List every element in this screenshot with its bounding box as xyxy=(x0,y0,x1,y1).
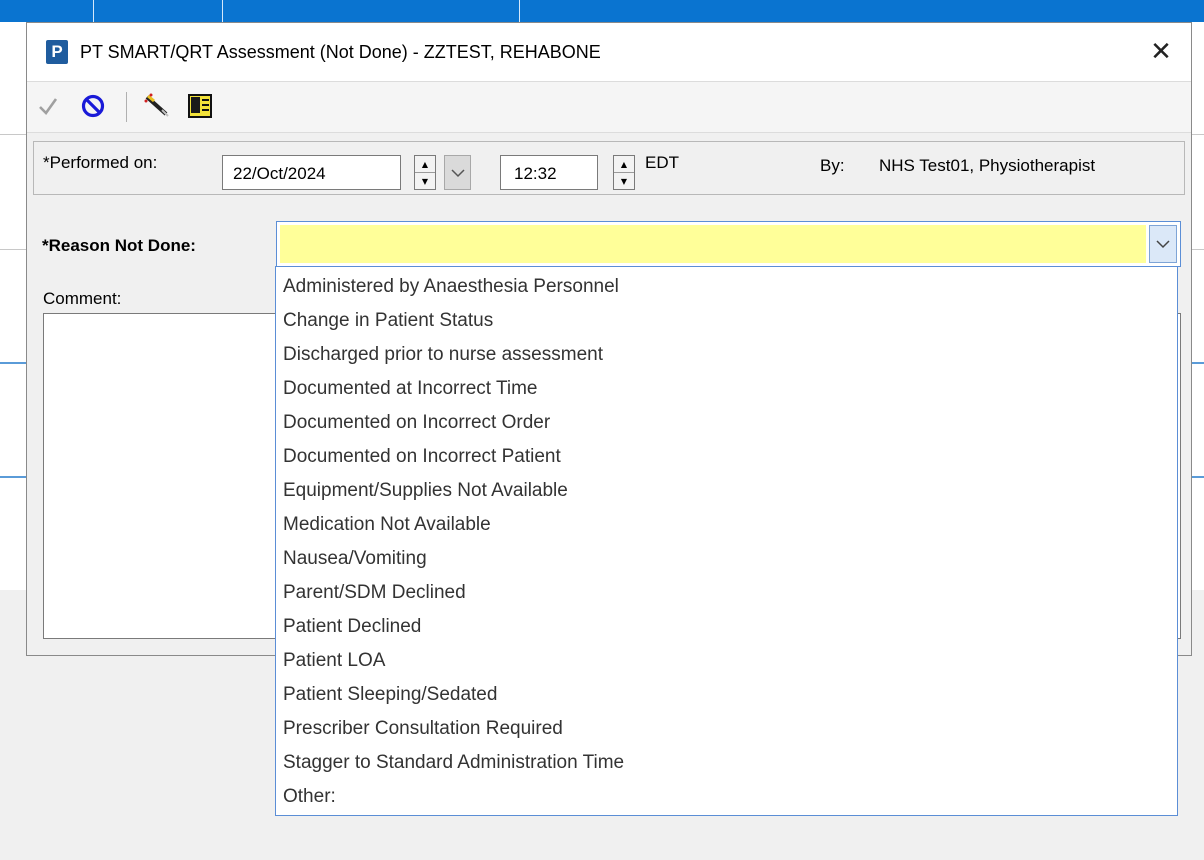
date-spinner[interactable]: ▲ ▼ xyxy=(414,155,436,190)
cancel-button[interactable] xyxy=(78,91,108,121)
background-divider xyxy=(1192,134,1204,135)
background-divider xyxy=(1192,362,1204,364)
dropdown-option[interactable]: Patient LOA xyxy=(276,644,1177,678)
background-divider xyxy=(0,476,26,478)
header-separator xyxy=(519,0,520,22)
dropdown-option[interactable]: Parent/SDM Declined xyxy=(276,576,1177,610)
performed-by-value: NHS Test01, Physiotherapist xyxy=(879,156,1096,175)
performed-time-input[interactable]: 12:32 xyxy=(500,155,598,190)
dialog-titlebar[interactable]: P PT SMART/QRT Assessment (Not Done) - Z… xyxy=(27,23,1191,81)
powerchart-app-icon: P xyxy=(46,40,68,64)
close-button[interactable]: ✕ xyxy=(1141,33,1181,71)
background-divider xyxy=(1192,476,1204,478)
header-separator xyxy=(222,0,223,22)
dropdown-option[interactable]: Documented on Incorrect Patient xyxy=(276,440,1177,474)
chevron-down-icon xyxy=(450,168,465,177)
pen-edit-icon xyxy=(144,93,169,117)
dropdown-option[interactable]: Prescriber Consultation Required xyxy=(276,712,1177,746)
spin-up-icon[interactable]: ▲ xyxy=(614,156,634,173)
dropdown-option[interactable]: Patient Sleeping/Sedated xyxy=(276,678,1177,712)
dropdown-option[interactable]: Documented on Incorrect Order xyxy=(276,406,1177,440)
comment-label: Comment: xyxy=(43,289,122,308)
reason-dropdown-button[interactable] xyxy=(1149,225,1177,263)
performed-by-label: By: xyxy=(820,156,845,175)
date-dropdown-button[interactable] xyxy=(444,155,471,190)
sign-button[interactable] xyxy=(33,91,63,121)
performed-on-label: *Performed on: xyxy=(43,153,158,172)
cancel-icon xyxy=(81,94,105,118)
background-app-header xyxy=(0,0,1204,22)
dropdown-option[interactable]: Patient Declined xyxy=(276,610,1177,644)
dropdown-option[interactable]: Stagger to Standard Administration Time xyxy=(276,746,1177,780)
dropdown-option[interactable]: Documented at Incorrect Time xyxy=(276,372,1177,406)
background-divider xyxy=(1192,249,1204,250)
checkmark-icon xyxy=(39,98,58,116)
performed-date-input[interactable]: 22/Oct/2024 xyxy=(222,155,401,190)
dropdown-option[interactable]: Other: xyxy=(276,780,1177,814)
performed-on-panel: *Performed on: 22/Oct/2024 ▲ ▼ 12:32 ▲ ▼… xyxy=(33,141,1185,195)
close-icon: ✕ xyxy=(1150,37,1172,67)
dropdown-option[interactable]: Equipment/Supplies Not Available xyxy=(276,474,1177,508)
reason-not-done-combobox[interactable] xyxy=(276,221,1181,267)
background-divider xyxy=(0,134,26,135)
dialog-title: PT SMART/QRT Assessment (Not Done) - ZZT… xyxy=(80,42,601,62)
spin-down-icon[interactable]: ▼ xyxy=(415,173,435,189)
timezone-label: EDT xyxy=(645,153,679,172)
edit-button[interactable] xyxy=(142,91,172,121)
background-divider xyxy=(0,249,26,250)
chevron-down-icon xyxy=(1156,240,1170,249)
document-notes-icon xyxy=(188,94,212,118)
dropdown-option[interactable]: Discharged prior to nurse assessment xyxy=(276,338,1177,372)
toolbar-separator xyxy=(126,92,127,122)
dropdown-option[interactable]: Medication Not Available xyxy=(276,508,1177,542)
background-divider xyxy=(0,362,26,364)
reason-not-done-label: *Reason Not Done: xyxy=(42,236,196,255)
toolbar xyxy=(27,81,1191,133)
time-spinner[interactable]: ▲ ▼ xyxy=(613,155,635,190)
dropdown-option[interactable]: Nausea/Vomiting xyxy=(276,542,1177,576)
header-separator xyxy=(93,0,94,22)
reason-not-done-field[interactable] xyxy=(280,225,1146,263)
spin-down-icon[interactable]: ▼ xyxy=(614,173,634,189)
reason-dropdown-list[interactable]: Administered by Anaesthesia Personnel Cha… xyxy=(275,266,1178,816)
dropdown-option[interactable]: Change in Patient Status xyxy=(276,304,1177,338)
dropdown-option[interactable]: Administered by Anaesthesia Personnel xyxy=(276,270,1177,304)
notes-button[interactable] xyxy=(185,91,215,121)
spin-up-icon[interactable]: ▲ xyxy=(415,156,435,173)
